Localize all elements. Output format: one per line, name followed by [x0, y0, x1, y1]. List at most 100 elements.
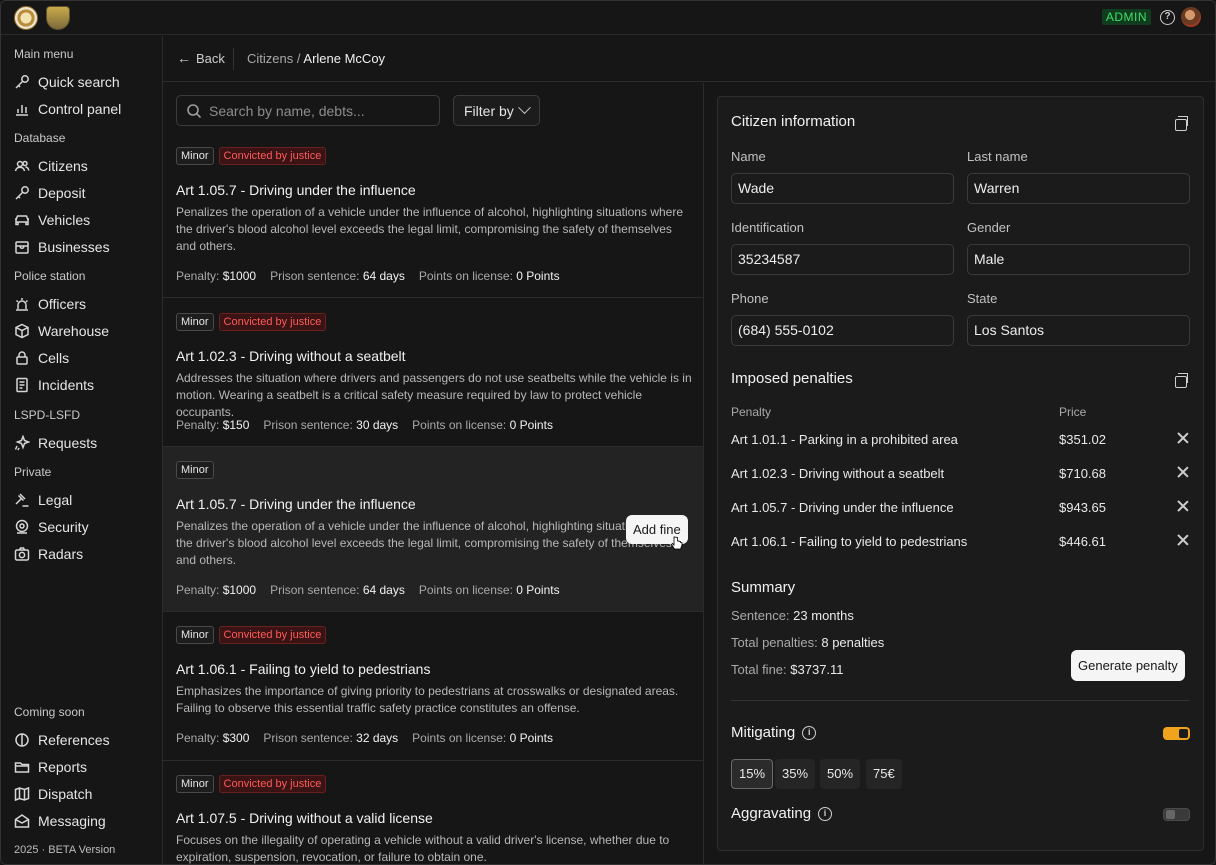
header-divider — [233, 48, 234, 70]
penalty-card[interactable]: Minor Convicted by justice Art 1.07.5 - … — [163, 761, 703, 864]
sidebar-item-control-panel[interactable]: Control panel — [14, 98, 121, 120]
sidebar-item-warehouse[interactable]: Warehouse — [14, 320, 109, 342]
sidebar-item-security[interactable]: Security — [14, 516, 89, 538]
city-seal-logo[interactable] — [14, 6, 38, 30]
identification-field[interactable]: 35234587 — [731, 244, 954, 275]
sidebar-item-cells[interactable]: Cells — [14, 347, 69, 369]
penalty-card-hovered[interactable]: Minor Art 1.05.7 - Driving under the inf… — [163, 447, 703, 612]
police-badge-logo[interactable] — [46, 6, 70, 30]
breadcrumb-parent[interactable]: Citizens — [247, 51, 293, 66]
prison-label: Prison sentence: — [270, 269, 360, 283]
last-name-field[interactable]: Warren — [967, 173, 1190, 204]
lock-icon — [16, 351, 28, 365]
mitigating-option-50[interactable]: 50% — [820, 759, 861, 789]
mitigating-heading: Mitigating i — [731, 724, 817, 741]
severity-badge: Minor — [176, 313, 214, 331]
breadcrumb-separator: / — [296, 51, 301, 66]
sidebar-item-legal[interactable]: Legal — [14, 489, 72, 511]
sidebar-item-label: Reports — [38, 759, 88, 775]
info-icon[interactable]: i — [802, 725, 817, 740]
content-header: ← Back Citizens / Arlene McCoy — [163, 36, 1215, 82]
points-label: Points on license: — [412, 731, 507, 745]
section-divider — [731, 700, 1190, 701]
total-fine-label: Total fine: — [731, 662, 787, 677]
phone-field[interactable]: (684) 555-0102 — [731, 315, 954, 346]
points-value: 0 Points — [516, 269, 560, 283]
card-badges: Minor — [176, 461, 214, 479]
close-icon[interactable] — [1175, 532, 1191, 548]
close-icon[interactable] — [1175, 430, 1191, 446]
total-fine-summary: Total fine: $3737.11 — [731, 662, 844, 677]
sidebar-item-dispatch[interactable]: Dispatch — [14, 783, 92, 805]
map-icon — [14, 786, 30, 802]
penalty-card[interactable]: Minor Convicted by justice Art 1.05.7 - … — [163, 137, 703, 298]
sentence-label: Sentence: — [731, 608, 790, 623]
sidebar-item-label: Officers — [38, 296, 86, 312]
sidebar-item-businesses[interactable]: Businesses — [14, 236, 110, 258]
identification-label: Identification — [731, 220, 804, 235]
card-meta: Penalty: $1000 Prison sentence: 64 days … — [176, 269, 560, 283]
sidebar-item-officers[interactable]: Officers — [14, 293, 86, 315]
gender-field[interactable]: Male — [967, 244, 1190, 275]
prison-label: Prison sentence: — [263, 418, 353, 432]
search-box[interactable] — [176, 95, 440, 126]
filter-by-button[interactable]: Filter by — [453, 95, 540, 126]
mitigating-option-15[interactable]: 15% — [731, 759, 774, 789]
mitigating-option-75[interactable]: 75€ — [866, 759, 902, 789]
sidebar-item-requests[interactable]: Requests — [14, 432, 97, 454]
penalty-column-header: Penalty — [731, 405, 772, 419]
sidebar-item-vehicles[interactable]: Vehicles — [14, 209, 90, 231]
sidebar-item-quick-search[interactable]: Quick search — [14, 71, 120, 93]
state-field[interactable]: Los Santos — [967, 315, 1190, 346]
name-label: Name — [731, 149, 766, 164]
search-input[interactable] — [209, 102, 429, 119]
total-penalties-value: 8 penalties — [821, 635, 885, 650]
penalty-price: $351.02 — [1059, 432, 1106, 447]
sidebar-item-citizens[interactable]: Citizens — [14, 155, 88, 177]
close-icon[interactable] — [1175, 498, 1191, 514]
penalty-value: $1000 — [222, 583, 257, 597]
avatar[interactable] — [1181, 7, 1201, 27]
sidebar-item-incidents[interactable]: Incidents — [14, 374, 94, 396]
generate-penalty-button[interactable]: Generate penalty — [1071, 650, 1185, 681]
folder-icon — [14, 762, 30, 773]
key-icon — [15, 186, 29, 200]
breadcrumb: Citizens / Arlene McCoy — [247, 51, 385, 66]
penalty-value: $1000 — [222, 269, 257, 283]
app-window: ADMIN ? Main menu Quick search Control p… — [0, 0, 1216, 865]
mitigating-option-35[interactable]: 35% — [775, 759, 816, 789]
penalty-label: Penalty: — [176, 269, 220, 283]
card-meta: Penalty: $150 Prison sentence: 30 days P… — [176, 418, 553, 432]
sidebar-item-deposit[interactable]: Deposit — [14, 182, 85, 204]
mitigating-toggle[interactable] — [1163, 727, 1190, 740]
back-button[interactable]: ← Back — [177, 50, 225, 66]
section-label-main-menu: Main menu — [14, 47, 74, 61]
status-badge: Convicted by justice — [218, 626, 327, 644]
section-label-police: Police station — [14, 269, 86, 283]
info-icon[interactable]: i — [818, 806, 833, 821]
sidebar-item-messaging[interactable]: Messaging — [14, 810, 106, 832]
aggravating-toggle[interactable] — [1163, 808, 1190, 821]
arrow-left-icon: ← — [177, 50, 191, 66]
penalty-card[interactable]: Minor Convicted by justice Art 1.02.3 - … — [163, 299, 703, 447]
points-label: Points on license: — [418, 583, 513, 597]
summary-title: Summary — [731, 579, 796, 596]
sparkle-icon — [14, 435, 30, 451]
sidebar-item-references[interactable]: References — [14, 729, 110, 751]
copy-icon[interactable] — [1175, 116, 1188, 131]
card-badges: Minor Convicted by justice — [176, 147, 327, 165]
copy-icon[interactable] — [1175, 373, 1188, 388]
severity-badge: Minor — [176, 775, 214, 793]
sidebar-item-reports[interactable]: Reports — [14, 756, 87, 778]
prison-label: Prison sentence: — [270, 583, 360, 597]
status-badge: Convicted by justice — [218, 775, 327, 793]
close-icon[interactable] — [1175, 464, 1191, 480]
name-field[interactable]: Wade — [731, 173, 954, 204]
card-badges: Minor Convicted by justice — [176, 313, 327, 331]
card-badges: Minor Convicted by justice — [176, 626, 327, 644]
penalty-card[interactable]: Minor Convicted by justice Art 1.06.1 - … — [163, 612, 703, 761]
sidebar-item-radars[interactable]: Radars — [14, 543, 83, 565]
sidebar-item-label: Radars — [38, 546, 84, 562]
help-circle-icon[interactable]: ? — [1160, 10, 1175, 25]
car-icon — [15, 215, 29, 226]
